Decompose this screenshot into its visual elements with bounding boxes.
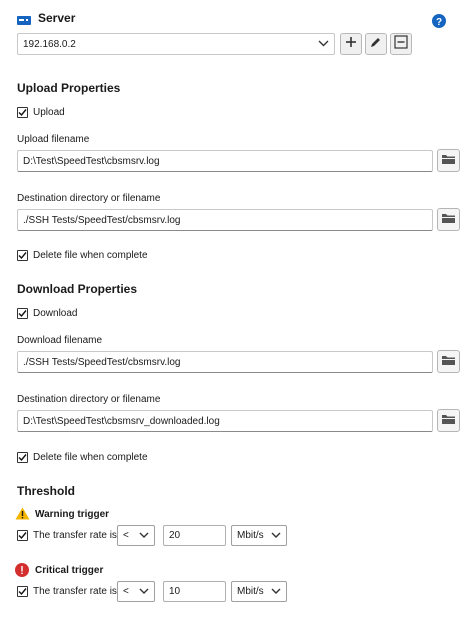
download-dest-label: Destination directory or filename [17,394,161,405]
checkbox-checked-icon [17,586,28,597]
add-server-button[interactable] [340,33,362,55]
folder-icon [441,412,456,430]
critical-operator-value: < [123,586,129,597]
remove-server-button[interactable] [390,33,412,55]
download-delete-label: Delete file when complete [33,452,148,463]
download-filename-label: Download filename [17,335,103,346]
upload-filename-browse-button[interactable] [437,149,460,172]
download-dest-input[interactable]: D:\Test\SpeedTest\cbsmsrv_downloaded.log [17,410,433,432]
checkbox-checked-icon [17,452,28,463]
download-filename-value: ./SSH Tests/SpeedTest/cbsmsrv.log [23,356,181,368]
upload-dest-value: ./SSH Tests/SpeedTest/cbsmsrv.log [23,214,181,226]
error-icon [15,563,29,577]
warning-operator-value: < [123,530,129,541]
upload-delete-label: Delete file when complete [33,250,148,261]
warning-rate-checkbox[interactable]: The transfer rate is [17,530,117,541]
warning-value: 20 [169,530,181,541]
warning-value-input[interactable]: 20 [163,525,226,546]
chevron-down-icon [318,39,329,50]
server-select[interactable]: 192.168.0.2 [17,33,335,55]
svg-text:?: ? [436,17,442,28]
critical-operator-select[interactable]: < [117,581,155,602]
server-title: Server [38,11,76,25]
download-checkbox-label: Download [33,308,78,319]
warning-unit-select[interactable]: Mbit/s [231,525,287,546]
checkbox-checked-icon [17,308,28,319]
checkbox-checked-icon [17,530,28,541]
warning-operator-select[interactable]: < [117,525,155,546]
folder-icon [441,353,456,371]
download-delete-checkbox[interactable]: Delete file when complete [17,452,148,463]
chevron-down-icon [271,530,281,541]
threshold-section-title: Threshold [17,484,76,498]
warning-icon [15,507,30,520]
download-filename-input[interactable]: ./SSH Tests/SpeedTest/cbsmsrv.log [17,351,433,373]
upload-dest-browse-button[interactable] [437,208,460,231]
upload-section-title: Upload Properties [17,81,121,95]
critical-value-input[interactable]: 10 [163,581,226,602]
upload-checkbox[interactable]: Upload [17,107,65,118]
critical-trigger-title: Critical trigger [35,565,104,576]
upload-filename-value: D:\Test\SpeedTest\cbsmsrv.log [23,155,160,167]
upload-checkbox-label: Upload [33,107,65,118]
download-dest-value: D:\Test\SpeedTest\cbsmsrv_downloaded.log [23,415,220,427]
server-icon [17,12,31,25]
folder-icon [441,152,456,170]
chevron-down-icon [271,586,281,597]
folder-icon [441,211,456,229]
warning-unit-value: Mbit/s [237,530,264,541]
upload-dest-label: Destination directory or filename [17,193,161,204]
edit-icon [370,35,382,53]
add-icon [345,35,357,53]
warning-rate-label: The transfer rate is [33,530,117,541]
critical-value: 10 [169,586,181,597]
help-icon[interactable]: ? [432,14,446,28]
download-checkbox[interactable]: Download [17,308,77,319]
upload-filename-label: Upload filename [17,134,90,145]
upload-delete-checkbox[interactable]: Delete file when complete [17,250,148,261]
chevron-down-icon [139,586,149,597]
upload-dest-input[interactable]: ./SSH Tests/SpeedTest/cbsmsrv.log [17,209,433,231]
upload-filename-input[interactable]: D:\Test\SpeedTest\cbsmsrv.log [17,150,433,172]
server-address: 192.168.0.2 [23,38,76,50]
critical-rate-label: The transfer rate is [33,586,117,597]
critical-unit-value: Mbit/s [237,586,264,597]
checkbox-checked-icon [17,250,28,261]
warning-trigger-title: Warning trigger [35,509,110,520]
download-section-title: Download Properties [17,282,138,296]
critical-unit-select[interactable]: Mbit/s [231,581,287,602]
edit-server-button[interactable] [365,33,387,55]
download-dest-browse-button[interactable] [437,409,460,432]
download-filename-browse-button[interactable] [437,350,460,373]
checkbox-checked-icon [17,107,28,118]
remove-icon [394,34,408,54]
chevron-down-icon [139,530,149,541]
critical-rate-checkbox[interactable]: The transfer rate is [17,586,117,597]
